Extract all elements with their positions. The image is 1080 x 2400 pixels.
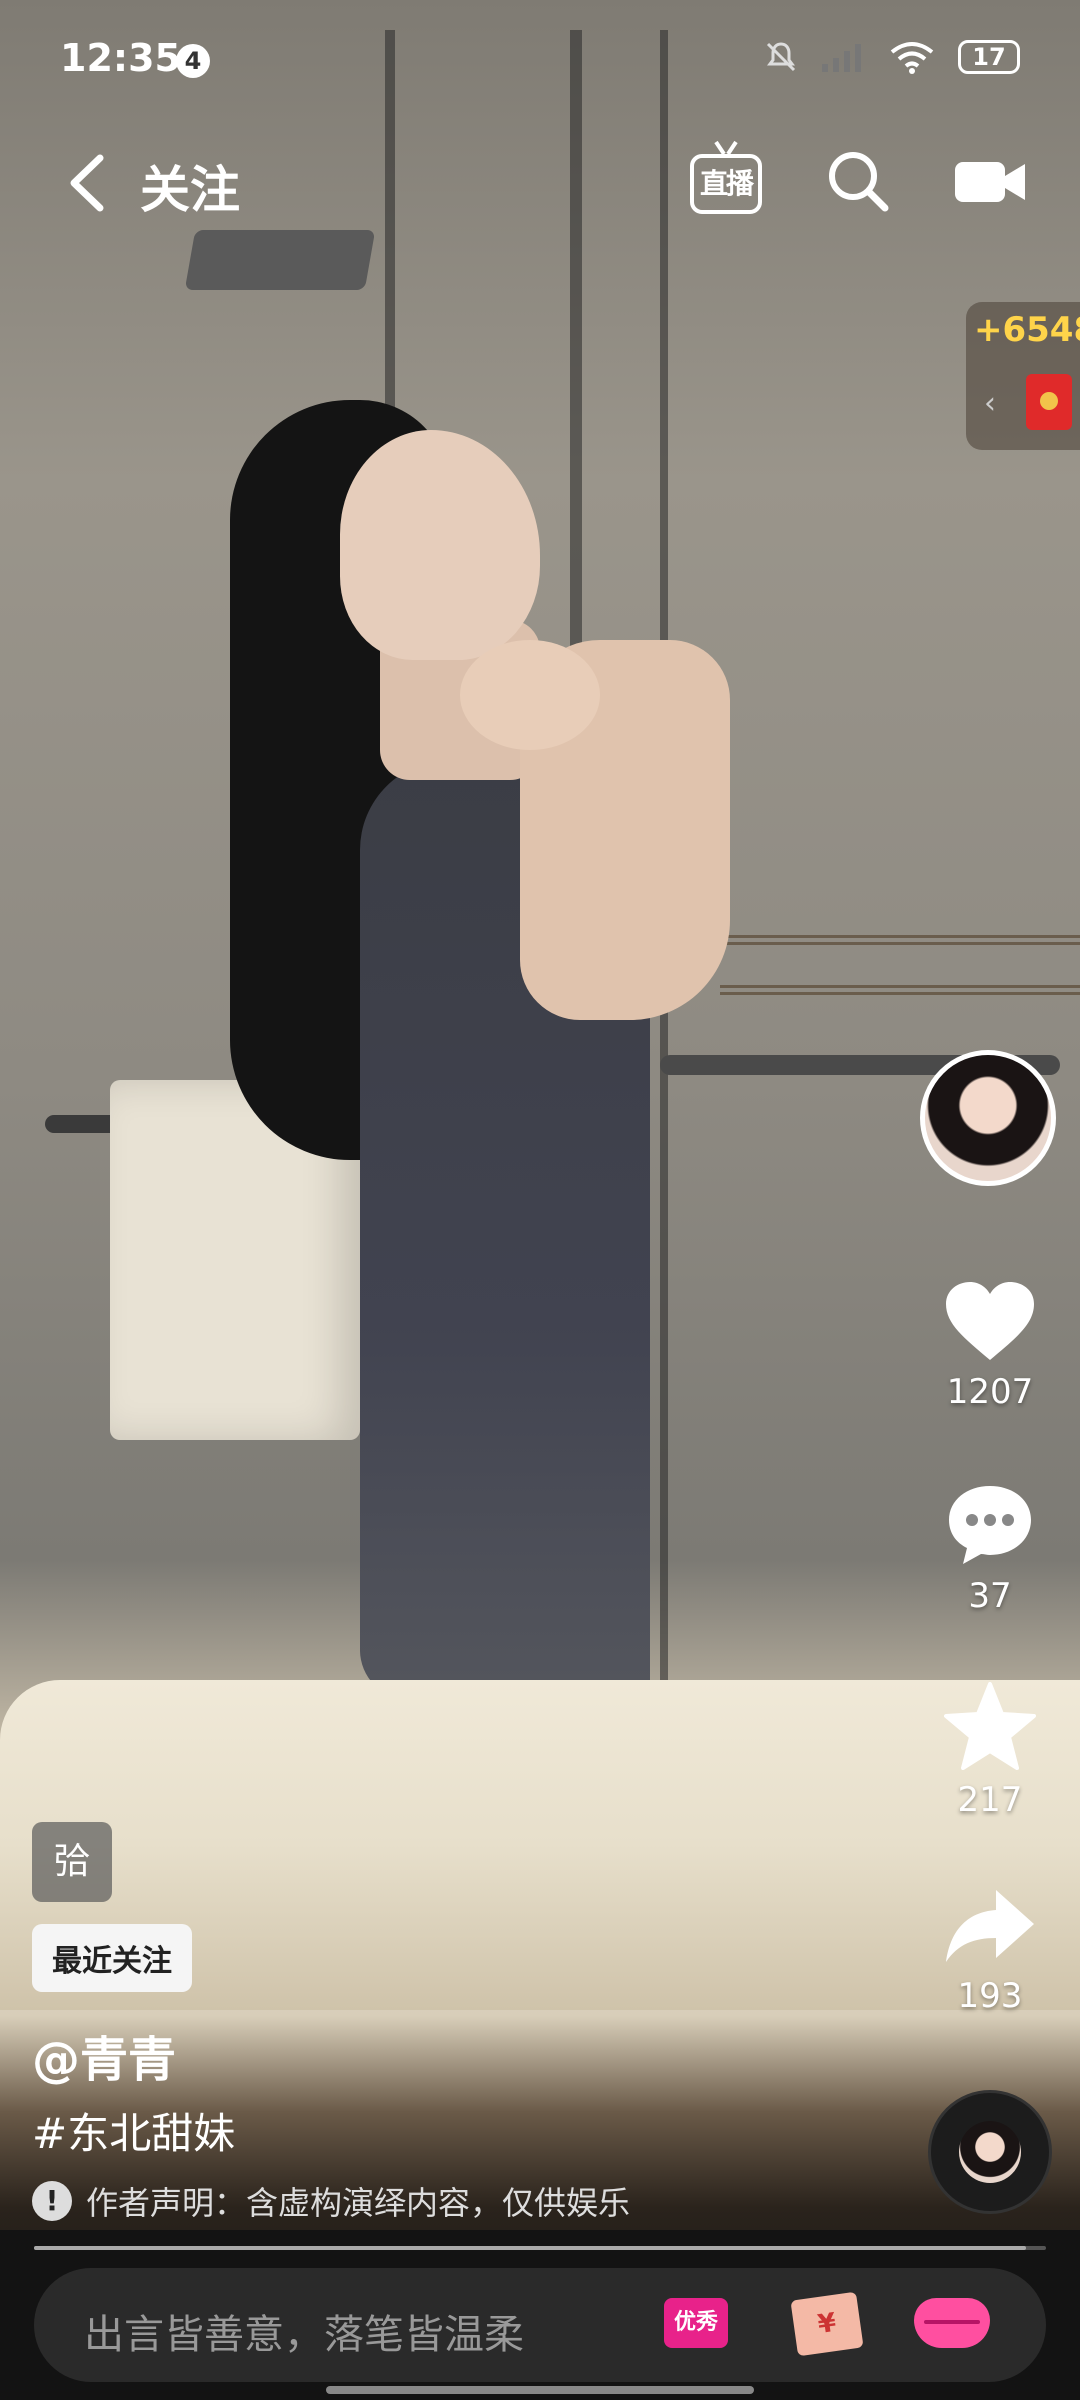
bottom-bar: 出言皆善意，落笔皆温柔 优秀 ¥ [0, 2230, 1080, 2400]
favorite-count: 217 [957, 1780, 1023, 1820]
mute-icon [766, 42, 796, 72]
top-nav: 关注 直播 [0, 130, 1080, 230]
page-title: 关注 [140, 161, 240, 219]
video-progress-bar[interactable] [34, 2246, 1046, 2250]
feature-tag-icon[interactable]: 㢵 [32, 1822, 112, 1902]
wifi-icon [890, 42, 934, 74]
home-indicator[interactable] [326, 2386, 754, 2394]
star-icon [944, 1682, 1036, 1770]
battery-indicator: 17 [958, 40, 1020, 74]
disclaimer-text: 作者声明：含虚构演绎内容，仅供娱乐 [86, 2184, 631, 2222]
live-button[interactable]: 直播 [690, 140, 762, 220]
music-disc-icon[interactable] [928, 2090, 1052, 2214]
warning-icon: ! [32, 2181, 72, 2221]
comment-count: 37 [968, 1576, 1012, 1616]
notification-count-badge: 4 [176, 44, 210, 78]
like-count: 1207 [946, 1372, 1034, 1412]
share-count: 193 [957, 1976, 1023, 2016]
person-face [340, 430, 540, 660]
status-icons: 17 [764, 40, 1020, 74]
back-arrow-icon[interactable] [60, 148, 120, 218]
shower-head [184, 230, 376, 290]
like-button[interactable]: 1207 [930, 1280, 1050, 1412]
person-hand [460, 640, 600, 750]
reward-widget[interactable]: +6548 ‹ [966, 302, 1080, 450]
comment-icon [949, 1486, 1031, 1564]
chevron-left-icon[interactable]: ‹ [984, 386, 996, 421]
decor-chain [720, 935, 1080, 995]
signal-icon [822, 44, 861, 72]
author-avatar[interactable] [920, 1050, 1056, 1186]
comment-placeholder: 出言皆善意，落笔皆温柔 [84, 2312, 524, 2358]
status-bar: 12:35 4 17 [0, 0, 1080, 110]
search-icon[interactable] [825, 148, 891, 214]
live-label: 直播 [690, 154, 762, 214]
status-time: 12:35 [60, 36, 181, 80]
author-username[interactable]: @青青 [32, 2020, 176, 2090]
camera-icon[interactable] [955, 158, 1025, 206]
heart-icon [946, 1282, 1034, 1360]
money-gift-icon[interactable]: ¥ [790, 2291, 864, 2357]
hashtag-link[interactable]: #东北甜妹 [32, 2100, 235, 2161]
comment-input[interactable]: 出言皆善意，落笔皆温柔 优秀 ¥ [34, 2268, 1046, 2382]
favorite-button[interactable]: 217 [930, 1682, 1050, 1820]
share-button[interactable]: 193 [930, 1886, 1050, 2016]
recent-follow-badge[interactable]: 最近关注 [32, 1924, 192, 1992]
lips-emoji-icon[interactable] [914, 2298, 990, 2348]
comment-button[interactable]: 37 [930, 1482, 1050, 1616]
reward-amount: +6548 [974, 310, 1080, 350]
author-disclaimer: ! 作者声明：含虚构演绎内容，仅供娱乐 [32, 2178, 630, 2224]
video-progress-fill [34, 2246, 1026, 2250]
share-arrow-icon [946, 1890, 1034, 1962]
excellent-badge-icon[interactable]: 优秀 [664, 2298, 728, 2348]
red-envelope-icon[interactable] [1026, 374, 1072, 430]
